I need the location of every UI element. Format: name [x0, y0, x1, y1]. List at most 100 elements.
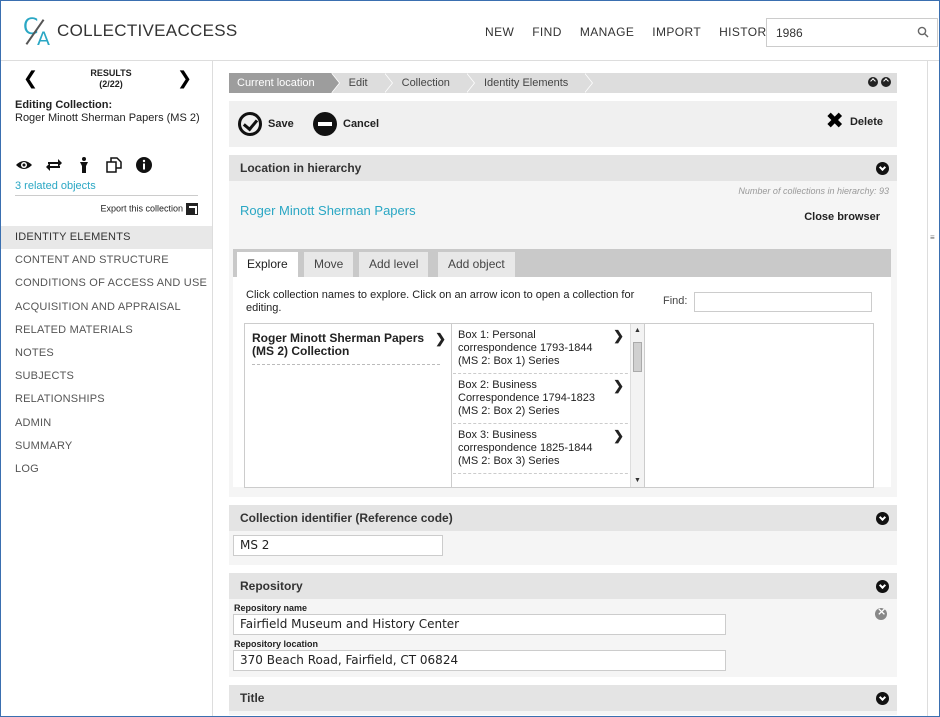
collapse-toggle-icon[interactable]: [876, 580, 889, 593]
remove-entry-icon[interactable]: [875, 605, 887, 620]
tab-move[interactable]: Move: [304, 252, 354, 277]
breadcrumb-controls: [868, 77, 891, 87]
repository-location-label: Repository location: [234, 639, 319, 649]
expand-all-icon[interactable]: [881, 77, 891, 87]
editing-info: Editing Collection: Roger Minott Sherman…: [1, 95, 212, 125]
cancel-button[interactable]: Cancel: [313, 112, 379, 136]
logo-letter-a: A: [37, 28, 50, 50]
tab-add-object[interactable]: Add object: [438, 252, 515, 277]
next-result-icon[interactable]: ❯: [177, 68, 192, 89]
scroll-down-icon[interactable]: ▼: [634, 477, 641, 484]
top-bar: C A COLLECTIVEACCESS NEW FIND MANAGE IMP…: [1, 1, 939, 61]
hierarchy-count: Number of collections in hierarchy: 93: [738, 186, 889, 196]
hierarchy-browser: Click collection names to explore. Click…: [233, 277, 891, 488]
delete-label: Delete: [849, 116, 883, 128]
list-item[interactable]: Box 2: Business Correspondence 1794-1823…: [453, 374, 638, 424]
logo[interactable]: C A COLLECTIVEACCESS: [23, 13, 238, 50]
results-label: RESULTS (2/22): [81, 68, 141, 90]
chevron-right-icon[interactable]: ❯: [435, 332, 446, 345]
nav-summary[interactable]: SUMMARY: [1, 435, 212, 458]
find-input[interactable]: [694, 292, 872, 312]
related-objects-link[interactable]: 3 related objects: [15, 180, 96, 192]
browser-column-1: Roger Minott Sherman Papers (MS 2) Colle…: [245, 324, 452, 487]
tab-explore[interactable]: Explore: [237, 252, 298, 277]
results-nav: ❮ RESULTS (2/22) ❯: [1, 61, 212, 95]
tab-add-level[interactable]: Add level: [359, 252, 429, 277]
nav-subjects[interactable]: SUBJECTS: [1, 365, 212, 388]
nav-relationships[interactable]: RELATIONSHIPS: [1, 388, 212, 411]
save-button[interactable]: Save: [238, 112, 294, 136]
nav-notes[interactable]: NOTES: [1, 342, 212, 365]
nav-acquisition-and-appraisal[interactable]: ACQUISITION AND APPRAISAL: [1, 296, 212, 319]
search-icon[interactable]: [917, 26, 929, 38]
series-label: Box 1: Personal correspondence 1793-1844…: [458, 329, 593, 367]
swap-icon[interactable]: [45, 156, 63, 174]
chevron-right-icon[interactable]: ❯: [613, 379, 624, 392]
find-label: Find:: [663, 295, 688, 307]
minus-circle-icon: [313, 112, 337, 136]
app-window: C A COLLECTIVEACCESS NEW FIND MANAGE IMP…: [0, 0, 940, 717]
search-input[interactable]: [767, 19, 907, 46]
hierarchy-title: Location in hierarchy: [240, 161, 362, 175]
collapse-toggle-icon[interactable]: [876, 692, 889, 705]
title-panel: Title: [229, 685, 897, 715]
repository-location-field[interactable]: 370 Beach Road, Fairfield, CT 06824: [233, 650, 726, 671]
resize-grip-icon[interactable]: ≡: [930, 233, 935, 242]
results-count: (2/22): [99, 79, 123, 89]
repository-title: Repository: [240, 579, 303, 593]
repository-panel-header: Repository: [229, 573, 897, 599]
hierarchy-root-link[interactable]: Roger Minott Sherman Papers: [240, 203, 416, 218]
record-icons: [15, 156, 153, 174]
check-circle-icon: [238, 112, 262, 136]
nav-related-materials[interactable]: RELATED MATERIALS: [1, 319, 212, 342]
nav-manage[interactable]: MANAGE: [580, 25, 634, 39]
chevron-right-icon[interactable]: ❯: [613, 429, 624, 442]
export-collection-link[interactable]: Export this collection: [15, 203, 198, 215]
scroll-thumb[interactable]: [633, 342, 642, 372]
logo-mark-icon: C A: [23, 13, 53, 50]
nav-import[interactable]: IMPORT: [652, 25, 701, 39]
hierarchy-tabs: Explore Move Add level Add object: [233, 249, 891, 277]
crumb-collection[interactable]: Collection: [383, 73, 476, 93]
collapse-toggle-icon[interactable]: [876, 512, 889, 525]
chevron-right-icon[interactable]: ❯: [613, 329, 624, 342]
nav-new[interactable]: NEW: [485, 25, 514, 39]
close-browser-button[interactable]: Close browser: [804, 211, 880, 223]
list-item[interactable]: Roger Minott Sherman Papers (MS 2) Colle…: [252, 332, 446, 365]
person-icon[interactable]: [75, 156, 93, 174]
export-icon[interactable]: [186, 203, 198, 215]
export-label: Export this collection: [100, 203, 183, 214]
nav-content-and-structure[interactable]: CONTENT AND STRUCTURE: [1, 249, 212, 272]
collapse-toggle-icon[interactable]: [876, 162, 889, 175]
nav-log[interactable]: LOG: [1, 458, 212, 481]
nav-identity-elements[interactable]: IDENTITY ELEMENTS: [1, 226, 212, 250]
eye-icon[interactable]: [15, 156, 33, 174]
scrollbar[interactable]: ▲ ▼: [630, 324, 644, 487]
repository-name-field[interactable]: Fairfield Museum and History Center: [233, 614, 726, 635]
identifier-field[interactable]: MS 2: [233, 535, 443, 556]
results-title: RESULTS: [90, 68, 132, 78]
delete-button[interactable]: ✖ Delete: [826, 111, 883, 133]
crumb-identity-elements[interactable]: Identity Elements: [465, 73, 594, 93]
nav-conditions-of-access[interactable]: CONDITIONS OF ACCESS AND USE: [1, 272, 212, 295]
scroll-up-icon[interactable]: ▲: [634, 327, 641, 334]
sidebar: ❮ RESULTS (2/22) ❯ Editing Collection: R…: [1, 61, 213, 716]
crumb-current-location[interactable]: Current location: [229, 73, 340, 93]
browser-column-2: Box 1: Personal correspondence 1793-1844…: [453, 324, 645, 487]
nav-find[interactable]: FIND: [532, 25, 562, 39]
series-label: Box 3: Business correspondence 1825-1844…: [458, 429, 593, 467]
main-content: Current location Edit Collection Identit…: [229, 73, 897, 715]
collapse-all-icon[interactable]: [868, 77, 878, 87]
prev-result-icon[interactable]: ❮: [23, 68, 38, 89]
info-icon[interactable]: [135, 156, 153, 174]
browser-instructions: Click collection names to explore. Click…: [246, 289, 635, 314]
list-item[interactable]: Box 3: Business correspondence 1825-1844…: [453, 424, 638, 474]
title-panel-title: Title: [240, 691, 265, 705]
duplicate-icon[interactable]: [105, 156, 123, 174]
repository-panel: Repository Repository name Fairfield Mus…: [229, 573, 897, 677]
list-item[interactable]: Box 1: Personal correspondence 1793-1844…: [453, 324, 638, 374]
nav-admin[interactable]: ADMIN: [1, 412, 212, 435]
identifier-panel: Collection identifier (Reference code) M…: [229, 505, 897, 565]
editing-heading: Editing Collection:: [15, 99, 113, 111]
top-nav: NEW FIND MANAGE IMPORT HISTORY: [485, 25, 775, 39]
